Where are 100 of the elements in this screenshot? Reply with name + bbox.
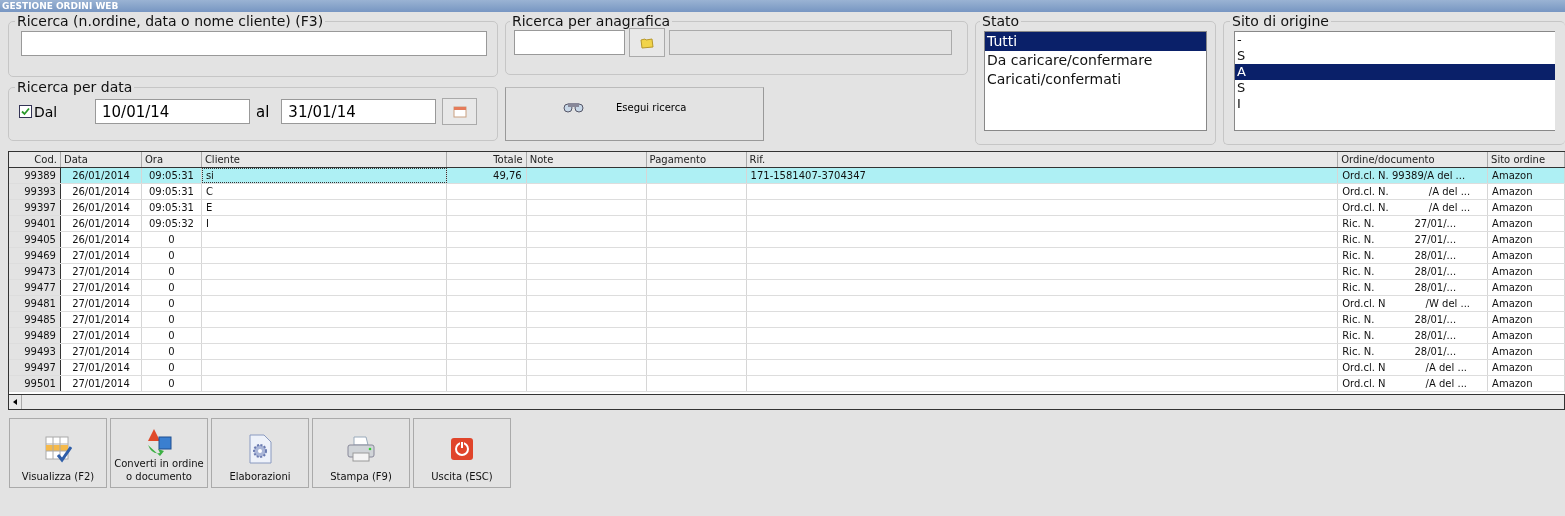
table-cell: Amazon xyxy=(1492,330,1533,341)
table-cell: Ric. N. xyxy=(1342,282,1375,293)
table-row[interactable]: 99489 27/01/2014 0 Ric. N. 28/01/... Amazon xyxy=(9,328,1565,344)
search-field[interactable] xyxy=(21,31,487,56)
column-header[interactable]: Pagamento xyxy=(646,152,747,167)
table-row[interactable]: 99497 27/01/2014 0 Ord.cl. N /A del ... Amazon xyxy=(9,360,1565,376)
table-cell: 27/01/2014 xyxy=(72,282,130,293)
site-option[interactable]: - xyxy=(1235,32,1555,48)
table-cell: Ord.cl. N. xyxy=(1342,186,1389,197)
group-label: Sito di origine xyxy=(1231,13,1330,29)
table-cell: 09:05:31 xyxy=(148,170,194,181)
column-header[interactable]: Rif. xyxy=(746,152,1339,167)
toolbar-button[interactable]: Visualizza (F2) xyxy=(9,418,107,488)
column-header[interactable]: Ordine/documento xyxy=(1338,152,1489,167)
table-cell: 0 xyxy=(168,234,175,245)
table-cell: 0 xyxy=(168,362,175,373)
table-cell: Amazon xyxy=(1492,186,1533,197)
table-cell: /A del ... xyxy=(1425,378,1467,389)
site-option[interactable]: A xyxy=(1235,64,1555,80)
gear-document-icon xyxy=(247,433,273,464)
horizontal-scrollbar[interactable] xyxy=(8,395,1565,410)
table-cell: 09:05:32 xyxy=(148,218,194,229)
binoculars-icon xyxy=(562,101,586,113)
table-cell: si xyxy=(205,170,214,181)
table-row[interactable]: 99493 27/01/2014 0 Ric. N. 28/01/... Amazon xyxy=(9,344,1565,360)
table-cell: 27/01/2014 xyxy=(72,330,130,341)
table-cell: 99473 xyxy=(24,266,56,277)
column-header[interactable]: Data xyxy=(60,152,142,167)
table-cell: Ord.cl. N. 99389/A del ... xyxy=(1342,170,1466,181)
table-cell: 99401 xyxy=(24,218,56,229)
table-row[interactable]: 99401 26/01/2014 09:05:32 I Ric. N. 27/01/... Amazon xyxy=(9,216,1565,232)
column-header[interactable]: Ora xyxy=(141,152,202,167)
table-cell: 99501 xyxy=(24,378,56,389)
table-row[interactable]: 99473 27/01/2014 0 Ric. N. 28/01/... Amazon xyxy=(9,264,1565,280)
table-cell: Ric. N. xyxy=(1342,234,1375,245)
table-cell: 0 xyxy=(168,346,175,357)
table-row[interactable]: 99393 26/01/2014 09:05:31 C Ord.cl. N. /A del ... Amazon xyxy=(9,184,1565,200)
site-option[interactable]: S xyxy=(1235,48,1555,64)
date-to-label: al xyxy=(256,102,270,121)
table-cell: 28/01/... xyxy=(1414,266,1457,277)
table-cell: 27/01/2014 xyxy=(72,378,130,389)
table-cell: 27/01/2014 xyxy=(72,298,130,309)
table-cell: Ord.cl. N xyxy=(1342,298,1386,309)
column-header[interactable]: Cliente xyxy=(201,152,447,167)
browse-button[interactable] xyxy=(629,28,665,57)
date-from-field[interactable]: 10/01/14 xyxy=(95,99,250,124)
table-check-icon xyxy=(44,434,72,463)
site-option[interactable]: S xyxy=(1235,80,1555,96)
table-cell: /A del ... xyxy=(1425,362,1467,373)
table-cell: 27/01/2014 xyxy=(72,362,130,373)
table-cell: Ord.cl. N xyxy=(1342,362,1386,373)
table-cell: Ric. N. xyxy=(1342,266,1375,277)
table-cell: Amazon xyxy=(1492,170,1533,181)
table-cell: 27/01/2014 xyxy=(72,266,130,277)
table-row[interactable]: 99485 27/01/2014 0 Ric. N. 28/01/... Amazon xyxy=(9,312,1565,328)
date-to-field[interactable]: 31/01/14 xyxy=(281,99,437,124)
toolbar-button[interactable]: Uscita (ESC) xyxy=(413,418,511,488)
table-row[interactable]: 99469 27/01/2014 0 Ric. N. 28/01/... Amazon xyxy=(9,248,1565,264)
toolbar-button[interactable]: Stampa (F9) xyxy=(312,418,410,488)
table-cell: 0 xyxy=(168,250,175,261)
table-row[interactable]: 99477 27/01/2014 0 Ric. N. 28/01/... Amazon xyxy=(9,280,1565,296)
status-option[interactable]: Da caricare/confermare xyxy=(985,51,1206,70)
column-header[interactable]: Sito ordine xyxy=(1488,152,1565,167)
date-checkbox[interactable]: Dal xyxy=(19,103,95,120)
status-option[interactable]: Tutti xyxy=(985,32,1206,51)
status-option[interactable]: Caricati/confermati xyxy=(985,70,1206,89)
table-cell: C xyxy=(205,186,213,197)
code-field[interactable] xyxy=(514,30,625,55)
table-cell: 26/01/2014 xyxy=(72,202,130,213)
table-cell: Ric. N. xyxy=(1342,314,1375,325)
table-cell: 49,76 xyxy=(493,170,522,181)
table-cell: 26/01/2014 xyxy=(72,234,130,245)
run-search-button[interactable]: Esegui ricerca xyxy=(505,87,764,141)
column-header[interactable]: Totale xyxy=(446,152,527,167)
table-cell: 09:05:31 xyxy=(148,186,194,197)
column-header[interactable]: Cod. xyxy=(9,152,61,167)
table-row[interactable]: 99405 26/01/2014 0 Ric. N. 27/01/... Amazon xyxy=(9,232,1565,248)
table-cell: 99489 xyxy=(24,330,56,341)
table-cell: 99469 xyxy=(24,250,56,261)
table-cell: 171-1581407-3704347 xyxy=(750,170,866,181)
calendar-button[interactable] xyxy=(442,98,478,125)
table-cell: 99405 xyxy=(24,234,56,245)
table-cell: 28/01/... xyxy=(1414,346,1457,357)
table-cell: 0 xyxy=(168,298,175,309)
table-cell: 99397 xyxy=(24,202,56,213)
table-row[interactable]: 99481 27/01/2014 0 Ord.cl. N /W del ... Amazon xyxy=(9,296,1565,312)
site-option[interactable]: I xyxy=(1235,96,1555,112)
group-label: Ricerca per data xyxy=(16,79,134,95)
table-row[interactable]: 99397 26/01/2014 09:05:31 E Ord.cl. N. /A del ... Amazon xyxy=(9,200,1565,216)
table-row[interactable]: 99501 27/01/2014 0 Ord.cl. N /A del ... Amazon xyxy=(9,376,1565,392)
toolbar-button[interactable]: Converti in ordine o documento xyxy=(110,418,208,488)
table-cell: Ric. N. xyxy=(1342,346,1375,357)
power-icon xyxy=(450,436,474,461)
table-cell: 26/01/2014 xyxy=(72,170,130,181)
toolbar-button[interactable]: Elaborazioni xyxy=(211,418,309,488)
table-cell: E xyxy=(205,202,213,213)
window-title: GESTIONE ORDINI WEB xyxy=(0,0,1565,12)
table-row[interactable]: 99389 26/01/2014 09:05:31 si 49,76 171-1581407-3704347 Ord.cl. N. 99389/A del ... Amazon xyxy=(9,168,1565,184)
column-header[interactable]: Note xyxy=(526,152,647,167)
table-cell: 27/01/... xyxy=(1414,234,1457,245)
